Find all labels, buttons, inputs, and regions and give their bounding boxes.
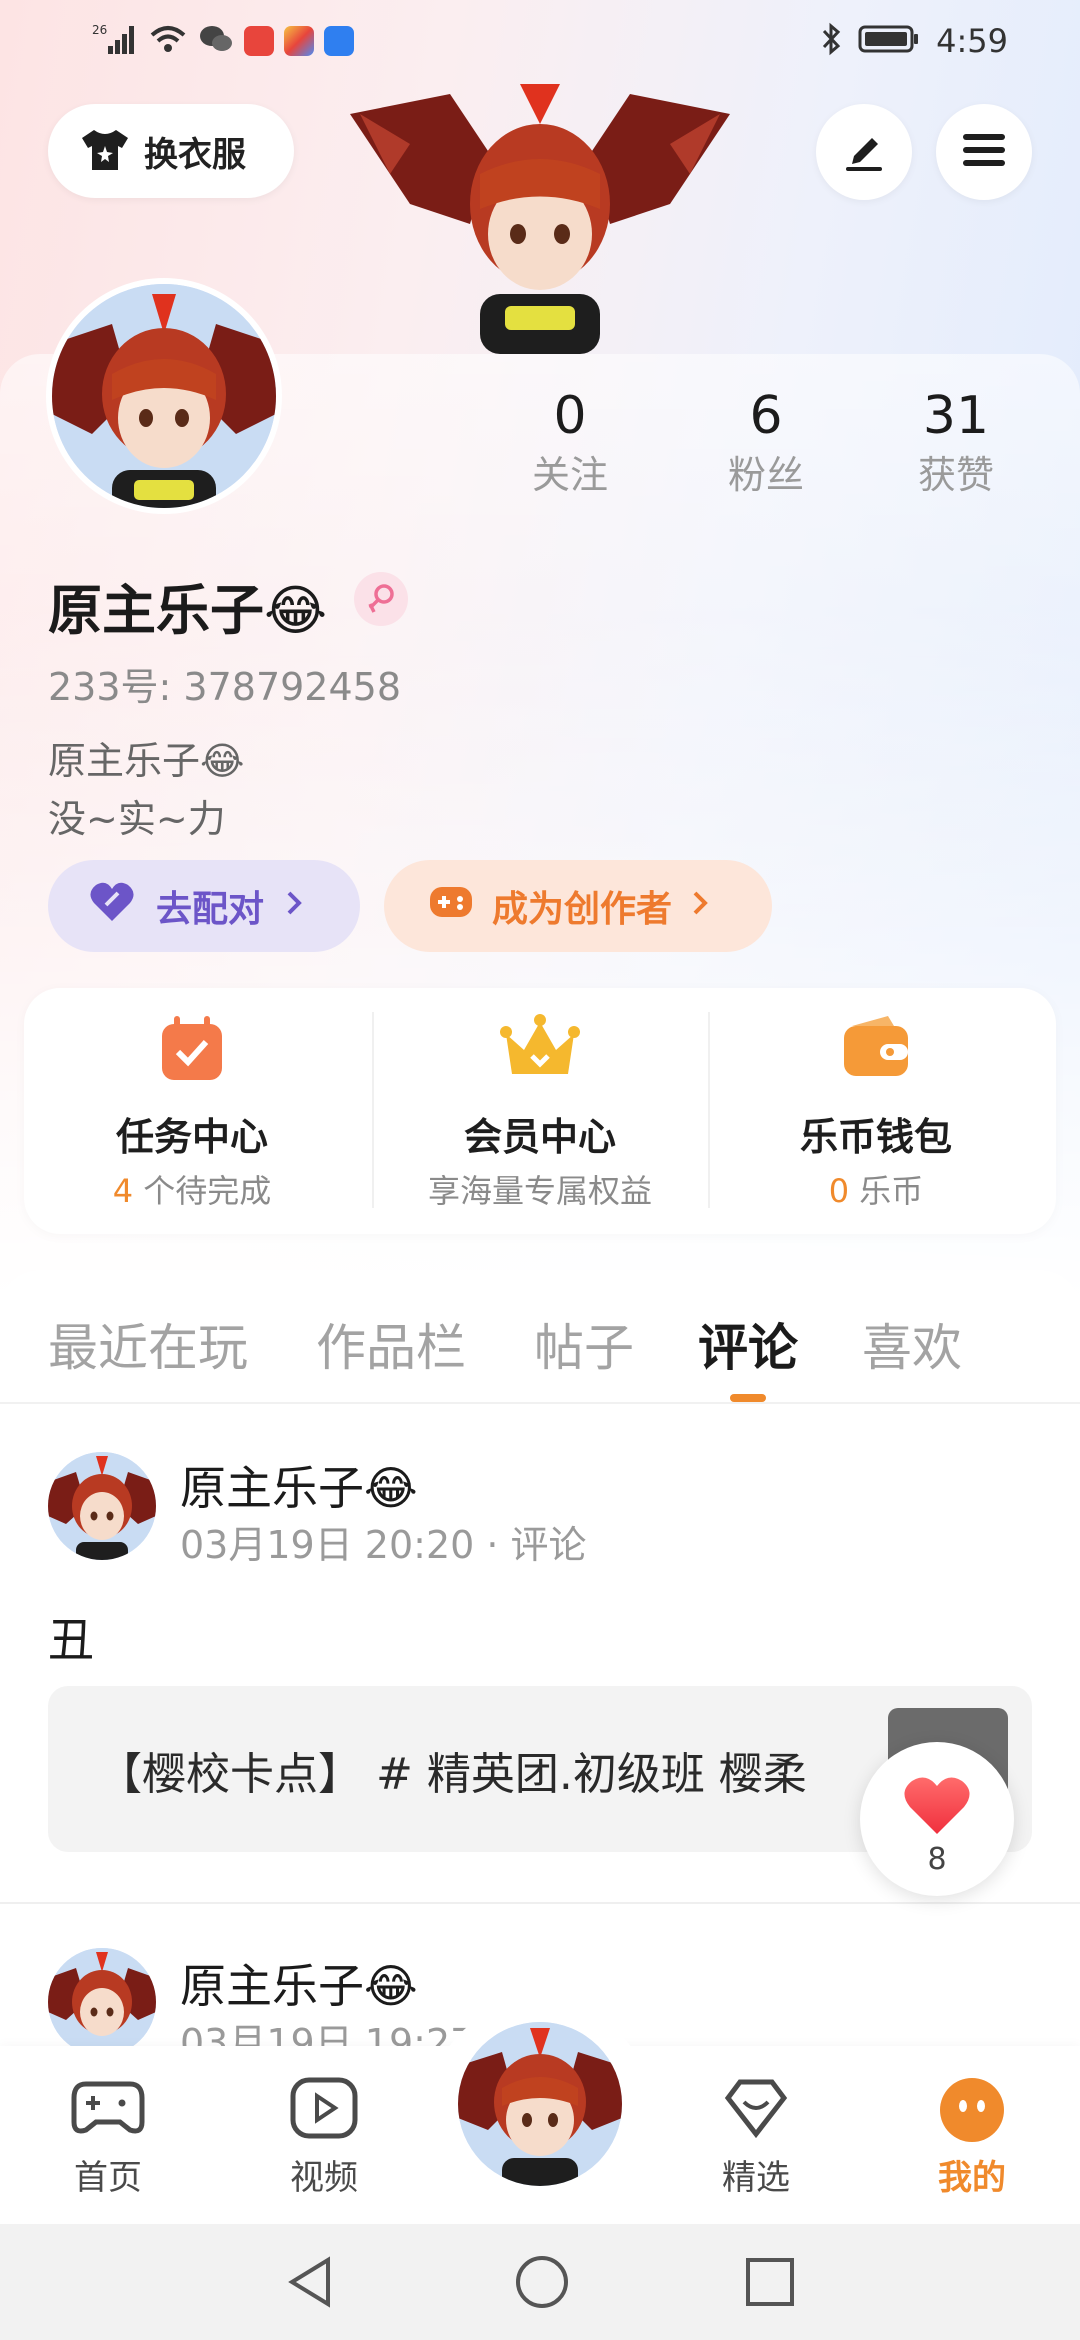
nav-center-avatar-button[interactable] — [452, 2016, 628, 2192]
bluetooth-icon — [820, 22, 842, 60]
become-creator-label: 成为创作者 — [492, 889, 673, 930]
stat-likes-label: 获赞 — [917, 453, 994, 497]
coin-wallet-entry[interactable]: 乐币钱包 0 乐币 — [708, 988, 1044, 1234]
task-center-sub: 4 个待完成 — [112, 1172, 272, 1210]
comment-meta: 03月19日 20:20 · 评论 — [180, 1523, 587, 1567]
nav-mine-label: 我的 — [938, 2158, 1006, 2198]
nav-home[interactable]: 首页 — [18, 2046, 198, 2224]
task-center-entry[interactable]: 任务中心 4 个待完成 — [24, 988, 360, 1234]
battery-icon — [858, 24, 920, 58]
wifi-icon — [148, 23, 188, 59]
profile-avatar[interactable] — [46, 278, 282, 514]
coin-wallet-sub: 0 乐币 — [828, 1172, 924, 1210]
tab-works[interactable]: 作品栏 — [316, 1308, 466, 1380]
comment-author-avatar[interactable] — [48, 1948, 156, 2056]
profile-bio-line2: 没~实~力 — [48, 797, 226, 841]
profile-nickname: 原主乐子😂 — [48, 579, 328, 642]
calendar-check-icon — [156, 1012, 228, 1088]
heart-icon — [902, 1774, 972, 1840]
smiley-icon — [938, 2076, 1006, 2148]
comment-author-name[interactable]: 原主乐子😂 — [180, 1452, 418, 1518]
comment-author-name[interactable]: 原主乐子😂 — [180, 1950, 418, 2016]
nav-video[interactable]: 视频 — [234, 2046, 414, 2224]
home-icon[interactable] — [512, 2252, 572, 2316]
chevron-right-icon — [284, 886, 304, 927]
gamepad-icon — [428, 883, 474, 930]
edit-profile-button[interactable] — [816, 104, 912, 200]
profile-stats: 0 关注 6 粉丝 31 获赞 — [480, 386, 1040, 516]
profile-uid: 233号: 378792458 — [48, 665, 402, 709]
profile-bio-line1: 原主乐子😂 — [48, 739, 245, 783]
member-center-sub: 享海量专属权益 — [427, 1172, 652, 1210]
gamepad-icon — [70, 2076, 146, 2142]
avatar-3d-figure[interactable] — [330, 84, 750, 354]
function-card: 任务中心 4 个待完成 会员中心 享海量专属权益 乐币钱包 0 乐币 — [24, 988, 1056, 1234]
recents-icon[interactable] — [742, 2252, 798, 2316]
nav-video-label: 视频 — [290, 2158, 358, 2198]
stat-following-value: 0 — [553, 386, 587, 446]
stat-following-label: 关注 — [531, 453, 608, 497]
become-creator-button[interactable]: 成为创作者 — [384, 860, 772, 952]
status-bar-left: 26 — [92, 22, 354, 60]
diamond-heart-icon — [720, 2076, 792, 2144]
tshirt-icon — [78, 126, 132, 176]
system-navigation-bar — [0, 2224, 1080, 2340]
referenced-post-title: 【樱校卡点】 # 精英团.初级班 樱柔 — [98, 1749, 807, 1800]
change-outfit-button[interactable]: 换衣服 — [48, 104, 294, 198]
nav-home-label: 首页 — [74, 2158, 142, 2198]
stat-likes[interactable]: 31 获赞 — [866, 386, 1046, 504]
signal-icon: 26 — [92, 22, 138, 60]
wallet-icon — [838, 1012, 914, 1088]
back-icon[interactable] — [282, 2252, 338, 2316]
stat-following[interactable]: 0 关注 — [480, 386, 660, 504]
comment-author-avatar[interactable] — [48, 1452, 156, 1560]
stat-likes-value: 31 — [922, 386, 990, 446]
nav-mine[interactable]: 我的 — [882, 2046, 1062, 2224]
profile-tabs: 最近在玩 作品栏 帖子 评论 喜欢 — [0, 1270, 1080, 1404]
status-bar: 26 4:59 — [0, 0, 1080, 84]
comment-text: 丑 — [48, 1613, 94, 1667]
pen-icon — [840, 126, 888, 178]
chevron-right-icon — [690, 886, 710, 927]
floating-like-button[interactable]: 8 — [860, 1742, 1014, 1896]
tab-recently-played[interactable]: 最近在玩 — [48, 1308, 248, 1380]
app-multicolor-icon — [284, 26, 314, 56]
app-blue-icon — [324, 26, 354, 56]
app-red-icon — [244, 26, 274, 56]
clock: 4:59 — [936, 22, 1008, 60]
stat-followers-value: 6 — [749, 386, 783, 446]
menu-icon — [961, 130, 1007, 174]
nav-featured[interactable]: 精选 — [666, 2046, 846, 2224]
stat-followers[interactable]: 6 粉丝 — [676, 386, 856, 504]
stat-followers-label: 粉丝 — [727, 453, 804, 497]
status-bar-right: 4:59 — [820, 22, 1008, 60]
menu-button[interactable] — [936, 104, 1032, 200]
go-match-label: 去配对 — [156, 889, 265, 930]
wechat-icon — [198, 23, 234, 59]
member-center-entry[interactable]: 会员中心 享海量专属权益 — [372, 988, 708, 1234]
go-match-button[interactable]: 去配对 — [48, 860, 360, 952]
tab-likes[interactable]: 喜欢 — [862, 1308, 962, 1380]
task-center-title: 任务中心 — [115, 1115, 268, 1159]
crown-icon — [498, 1012, 582, 1088]
nav-featured-label: 精选 — [722, 2158, 790, 2198]
like-count: 8 — [927, 1842, 947, 1877]
play-icon — [289, 2076, 359, 2144]
coin-wallet-title: 乐币钱包 — [799, 1115, 952, 1159]
gender-female-icon — [354, 572, 408, 626]
svg-text:26: 26 — [92, 23, 107, 37]
member-center-title: 会员中心 — [463, 1115, 616, 1159]
tab-comments[interactable]: 评论 — [698, 1308, 798, 1380]
active-tab-indicator — [730, 1394, 766, 1402]
heart-icon — [88, 881, 136, 932]
tab-posts[interactable]: 帖子 — [534, 1308, 634, 1380]
change-outfit-label: 换衣服 — [144, 134, 246, 175]
